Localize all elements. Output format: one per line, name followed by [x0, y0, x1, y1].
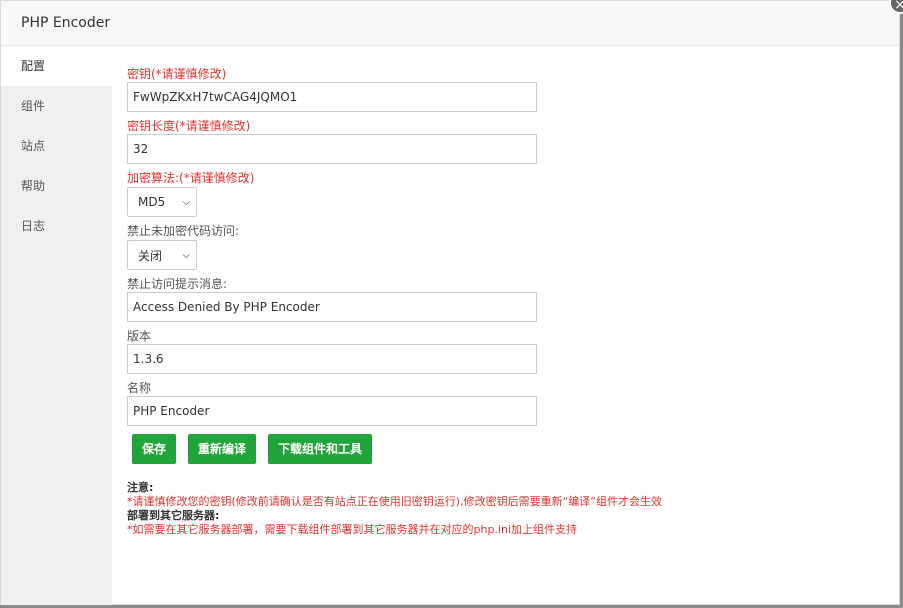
deny-unencrypted-select-value: 关闭 — [138, 248, 163, 263]
notes-warning: *请谨慎修改您的密钥(修改前请确认是否有站点正在使用旧密钥运行),修改密钥后需要… — [127, 495, 662, 508]
deny-unencrypted-label: 禁止未加密代码访问: — [127, 224, 240, 238]
deny-message-input[interactable] — [127, 292, 537, 322]
version-label: 版本 — [127, 329, 152, 343]
recompile-button[interactable]: 重新编译 — [188, 434, 257, 464]
name-input[interactable] — [127, 396, 537, 426]
algorithm-select[interactable]: MD5 ⌵ — [127, 187, 197, 217]
key-length-label: 密钥长度(*请谨慎修改) — [127, 119, 251, 133]
sidebar-item-config[interactable]: 配置 — [1, 46, 112, 86]
deploy-warning: *如需要在其它服务器部署，需要下载组件部署到其它服务器并在对应的php.ini加… — [127, 523, 578, 536]
sidebar-item-components[interactable]: 组件 — [1, 86, 112, 126]
deploy-heading: 部署到其它服务器: — [127, 509, 220, 522]
key-label: 密钥(*请谨慎修改) — [127, 67, 227, 81]
action-buttons: 保存 重新编译 下载组件和工具 — [127, 434, 887, 464]
name-label: 名称 — [127, 381, 152, 395]
sidebar-item-sites[interactable]: 站点 — [1, 126, 112, 166]
notes-heading: 注意: — [127, 481, 154, 494]
config-form: 密钥(*请谨慎修改) 密钥长度(*请谨慎修改) 加密算法:(*请谨慎修改) MD… — [127, 46, 887, 537]
chevron-down-icon: ⌵ — [182, 249, 190, 261]
deny-unencrypted-select[interactable]: 关闭 ⌵ — [127, 240, 197, 270]
save-button[interactable]: 保存 — [132, 434, 177, 464]
php-encoder-dialog: PHP Encoder 配置 组件 站点 帮助 日志 密钥(*请谨慎修改) 密钥… — [0, 0, 900, 605]
sidebar: 配置 组件 站点 帮助 日志 — [1, 46, 112, 605]
version-input[interactable] — [127, 344, 537, 374]
sidebar-item-help[interactable]: 帮助 — [1, 166, 112, 206]
deny-message-label: 禁止访问提示消息: — [127, 277, 228, 291]
notes: 注意: *请谨慎修改您的密钥(修改前请确认是否有站点正在使用旧密钥运行),修改密… — [127, 481, 887, 537]
download-tools-button[interactable]: 下载组件和工具 — [268, 434, 373, 464]
sidebar-item-logs[interactable]: 日志 — [1, 206, 112, 246]
key-length-input[interactable] — [127, 134, 537, 164]
algorithm-select-value: MD5 — [138, 195, 166, 209]
chevron-down-icon: ⌵ — [182, 196, 190, 208]
key-input[interactable] — [127, 82, 537, 112]
dialog-title: PHP Encoder — [1, 1, 899, 46]
algorithm-label: 加密算法:(*请谨慎修改) — [127, 171, 255, 185]
